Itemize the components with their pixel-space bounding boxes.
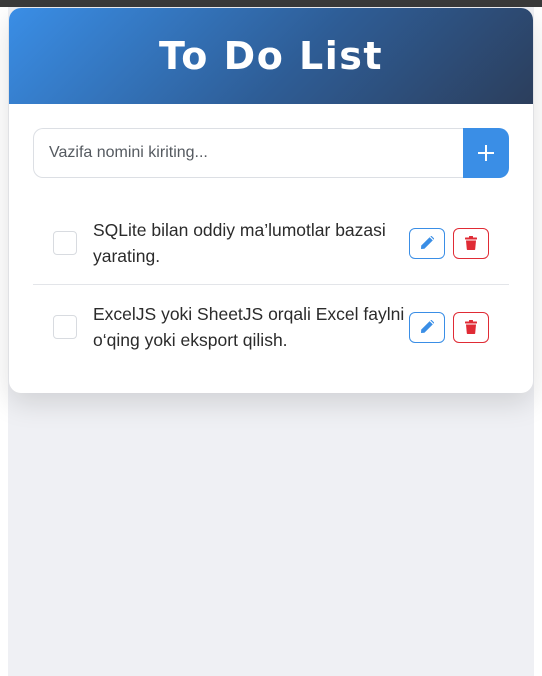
window-top-strip: [0, 0, 542, 7]
card-header: To Do List: [9, 8, 533, 104]
task-item: SQLite bilan oddiy ma’lumotlar bazasi ya…: [33, 202, 509, 285]
trash-icon: [465, 236, 477, 250]
plus-icon: [478, 145, 494, 161]
delete-task-button[interactable]: [453, 311, 489, 343]
new-task-form: [33, 128, 509, 178]
task-list: SQLite bilan oddiy ma’lumotlar bazasi ya…: [33, 202, 509, 369]
task-text: SQLite bilan oddiy ma’lumotlar bazasi ya…: [93, 220, 386, 266]
task-text: ExcelJS yoki SheetJS orqali Excel faylni…: [93, 304, 405, 350]
pencil-icon: [420, 320, 434, 334]
add-task-button[interactable]: [463, 128, 509, 178]
delete-task-button[interactable]: [453, 227, 489, 259]
task-actions: [409, 227, 489, 259]
page-title: To Do List: [158, 34, 384, 78]
trash-icon: [465, 320, 477, 334]
task-item: ExcelJS yoki SheetJS orqali Excel faylni…: [33, 285, 509, 369]
task-complete-checkbox[interactable]: [53, 315, 77, 339]
task-complete-checkbox[interactable]: [53, 231, 77, 255]
pencil-icon: [420, 236, 434, 250]
edit-task-button[interactable]: [409, 227, 445, 259]
task-name-input[interactable]: [33, 128, 463, 178]
task-actions: [409, 311, 489, 343]
edit-task-button[interactable]: [409, 311, 445, 343]
todo-card: To Do List SQLite bilan oddiy ma’lumotla…: [9, 8, 533, 393]
